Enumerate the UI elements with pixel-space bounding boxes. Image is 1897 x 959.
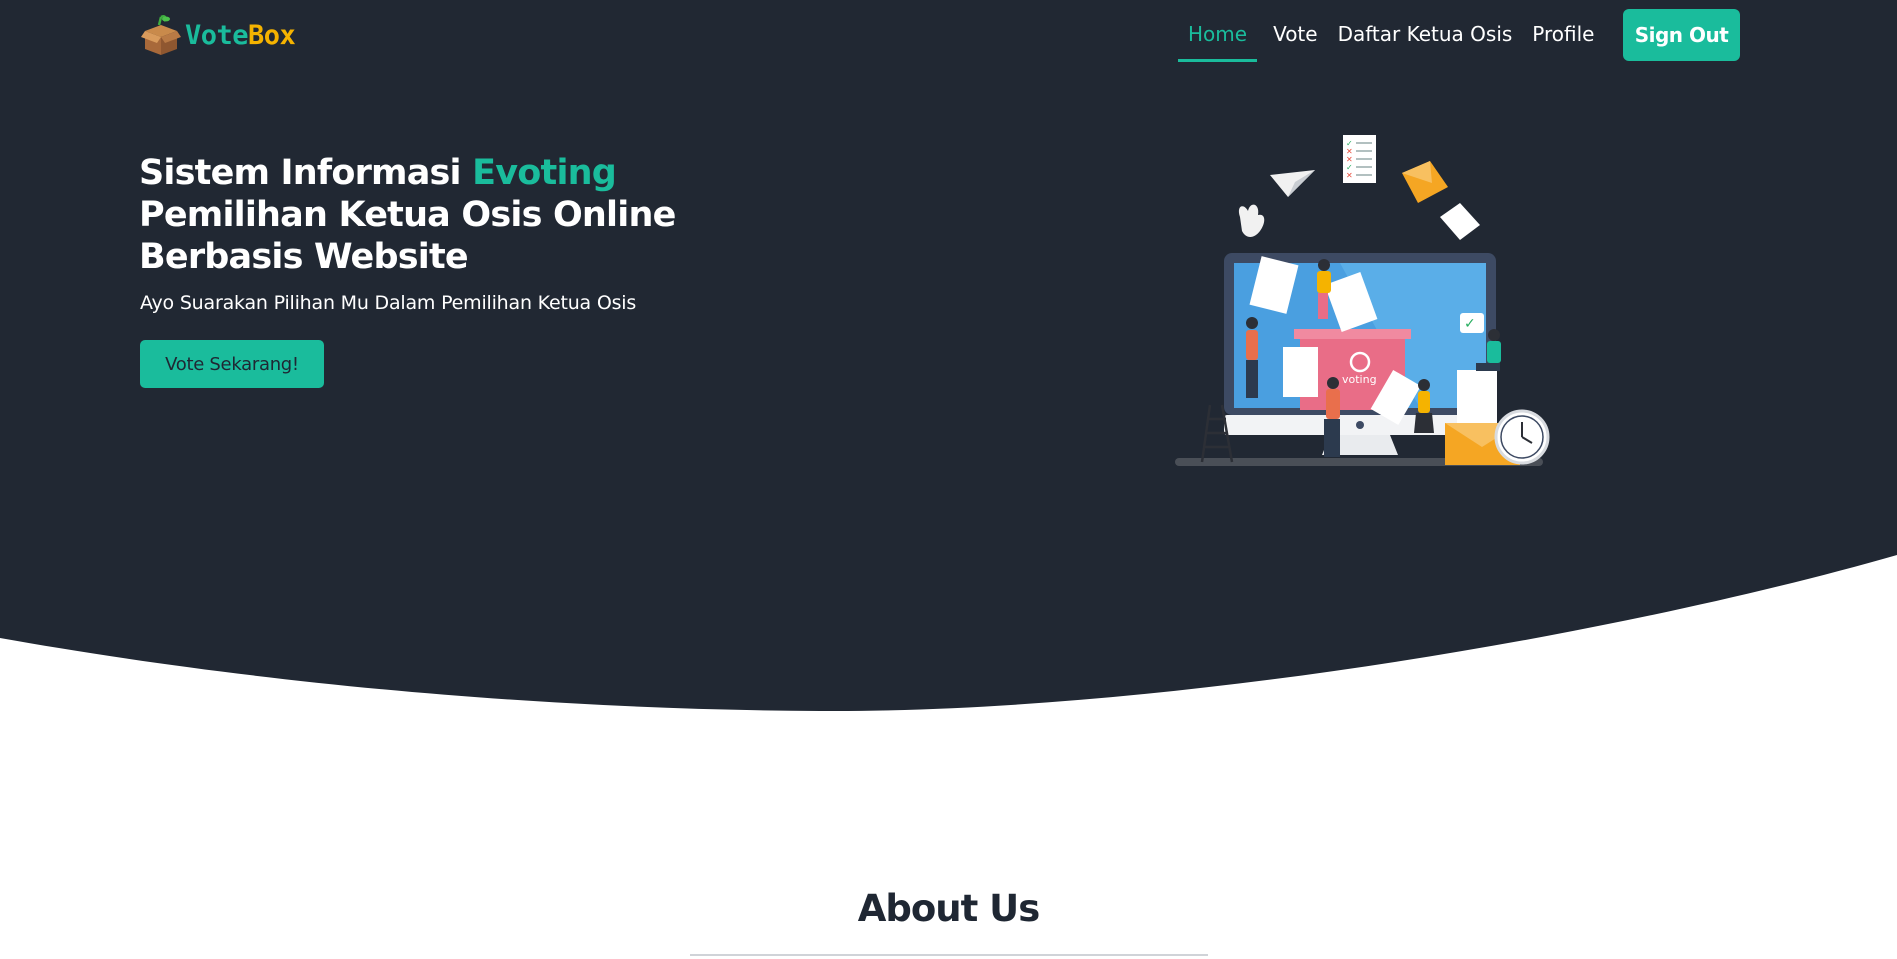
hero-title-accent: Evoting [472, 153, 617, 193]
hero-title: Sistem Informasi Evoting Pemilihan Ketua… [139, 152, 779, 278]
nav-vote[interactable]: Vote [1263, 0, 1328, 62]
nav-daftar-ketua-osis[interactable]: Daftar Ketua Osis [1328, 0, 1523, 62]
illustration-voting-label: voting [1342, 373, 1377, 386]
hand-icon [1238, 204, 1265, 237]
nav-home[interactable]: Home [1178, 0, 1258, 62]
ballot-box-icon [141, 15, 181, 55]
hero-title-line2: Pemilihan Ketua Osis Online [139, 195, 676, 235]
about-title: About Us [857, 887, 1041, 930]
brand-name: VoteBox [185, 19, 296, 51]
svg-text:✕: ✕ [1346, 171, 1353, 180]
nav-profile[interactable]: Profile [1522, 0, 1604, 62]
svg-text:✓: ✓ [1464, 316, 1476, 332]
envelope-icon [1402, 161, 1448, 203]
brand-name-box: Box [248, 19, 296, 51]
checklist-paper-icon: ✓ ✕ ✕ ✓ ✕ [1343, 135, 1376, 183]
vote-now-button[interactable]: Vote Sekarang! [140, 340, 324, 388]
note-paper-icon [1440, 203, 1480, 240]
paper-plane-icon [1270, 170, 1315, 197]
hero-subtitle: Ayo Suarakan Pilihan Mu Dalam Pemilihan … [140, 292, 637, 314]
brand-logo[interactable]: VoteBox [141, 13, 296, 57]
navbar: VoteBox Home Vote Daftar Ketua Osis Prof… [0, 0, 1897, 70]
evoting-illustration: ✓ ✕ ✕ ✓ ✕ voting ✓ [1175, 135, 1550, 466]
hero-section: VoteBox Home Vote Daftar Ketua Osis Prof… [0, 0, 1897, 720]
main-nav: Home Vote Daftar Ketua Osis Profile [1178, 0, 1604, 62]
about-divider [690, 954, 1208, 956]
clock-icon [1494, 409, 1550, 465]
brand-name-vote: Vote [185, 19, 249, 51]
sign-out-button[interactable]: Sign Out [1623, 9, 1740, 61]
hero-title-prefix: Sistem Informasi [139, 153, 473, 193]
hero-title-line3: Berbasis Website [139, 237, 469, 277]
